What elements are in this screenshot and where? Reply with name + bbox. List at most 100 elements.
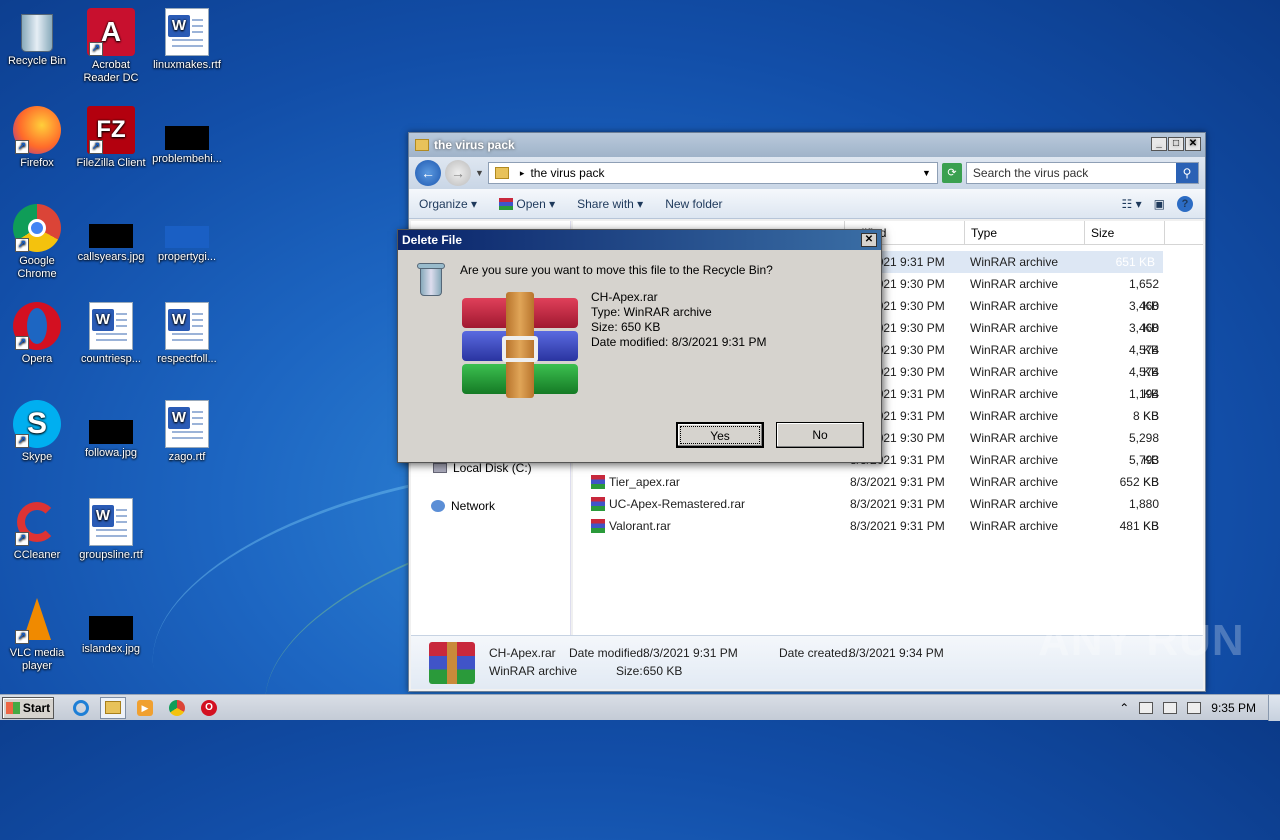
icon-label: followa.jpg	[85, 447, 137, 459]
no-button[interactable]: No	[776, 422, 864, 448]
desktop-icon-islandex[interactable]: islandex.jpg	[74, 596, 148, 656]
dialog-close-button[interactable]: ✕	[861, 233, 877, 247]
desktop-icon-countriesp[interactable]: W countriesp...	[74, 302, 148, 366]
desktop-icon-opera[interactable]: ↗ Opera	[0, 302, 74, 366]
open-menu[interactable]: Open ▾	[499, 197, 555, 211]
column-type[interactable]: Type	[965, 221, 1085, 245]
dialog-file-type: Type: WinRAR archive	[591, 305, 712, 319]
details-size-label: Size:	[616, 664, 643, 678]
history-dropdown-icon[interactable]: ▼	[475, 168, 484, 178]
refresh-button[interactable]: ⟳	[941, 163, 962, 183]
desktop-icon-problembehi[interactable]: problembehi...	[150, 106, 224, 166]
action-center-icon[interactable]	[1139, 701, 1154, 714]
share-with-menu[interactable]: Share with ▾	[577, 197, 643, 211]
word-document-icon: W	[89, 498, 133, 546]
desktop-icon-propertygi[interactable]: propertygi...	[150, 204, 224, 264]
nav-item-local-disk[interactable]: Local Disk (C:)	[433, 461, 532, 475]
folder-icon	[494, 167, 509, 179]
column-size[interactable]: Size	[1085, 221, 1165, 245]
icon-label: groupsline.rtf	[79, 549, 143, 561]
taskbar-chrome[interactable]	[164, 697, 190, 719]
view-options-icon[interactable]: ☷ ▾	[1122, 197, 1142, 211]
details-file-name: CH-Apex.rar	[489, 646, 556, 660]
desktop-icon-vlc[interactable]: ↗ VLC media player	[0, 596, 74, 673]
forward-button[interactable]: →	[445, 160, 471, 186]
network-icon	[431, 500, 445, 512]
taskbar-media-player[interactable]: ▶	[132, 697, 158, 719]
desktop-icon-zago[interactable]: W zago.rtf	[150, 400, 224, 464]
dialog-file-modified: Date modified: 8/3/2021 9:31 PM	[591, 335, 767, 349]
desktop-icon-callsyears[interactable]: callsyears.jpg	[74, 204, 148, 264]
winrar-archive-icon	[462, 292, 578, 398]
icon-label: Acrobat Reader DC	[83, 59, 139, 84]
desktop-icon-recycle-bin[interactable]: Recycle Bin	[0, 8, 74, 68]
icon-label: Google Chrome	[17, 255, 57, 280]
address-bar-row: ← → ▼ ▸ the virus pack ▼ ⟳ Search the vi…	[409, 157, 1205, 189]
desktop-icon-firefox[interactable]: ↗ Firefox	[0, 106, 74, 170]
taskbar-ie[interactable]	[68, 697, 94, 719]
image-thumbnail-icon	[87, 596, 135, 640]
preview-pane-icon[interactable]: ▣	[1154, 197, 1165, 211]
acrobat-icon: A ↗	[87, 8, 135, 56]
desktop-icon-acrobat[interactable]: A ↗ Acrobat Reader DC	[74, 8, 148, 85]
icon-label: CCleaner	[13, 549, 61, 561]
explorer-titlebar[interactable]: the virus pack _ □ ✕	[409, 133, 1205, 157]
internet-explorer-icon	[73, 699, 89, 716]
icon-label: problembehi...	[152, 153, 222, 165]
search-placeholder: Search the virus pack	[972, 166, 1089, 180]
start-button[interactable]: Start	[2, 696, 54, 719]
icon-label: Firefox	[20, 157, 54, 169]
desktop-icon-followa[interactable]: followa.jpg	[74, 400, 148, 460]
icon-label: countriesp...	[81, 353, 141, 365]
icon-label: linuxmakes.rtf	[153, 59, 221, 71]
help-icon[interactable]: ?	[1177, 195, 1193, 212]
search-icon[interactable]: ⚲	[1176, 163, 1198, 183]
opera-icon: O	[201, 699, 217, 716]
desktop-icon-linuxmakes[interactable]: W linuxmakes.rtf	[150, 8, 224, 72]
image-thumbnail-icon	[163, 204, 211, 248]
flag-tray-icon[interactable]	[1187, 701, 1202, 714]
windows-logo-icon	[5, 701, 20, 714]
details-modified-value: 8/3/2021 9:31 PM	[643, 646, 738, 660]
skype-icon: S ↗	[13, 400, 61, 448]
address-box[interactable]: ▸ the virus pack ▼	[487, 162, 938, 184]
show-hidden-icons-icon[interactable]: ⌃	[1119, 701, 1129, 715]
yes-button[interactable]: Yes	[676, 422, 764, 448]
nav-item-network[interactable]: Network	[431, 499, 495, 513]
winrar-file-icon	[591, 497, 605, 511]
show-desktop-button[interactable]	[1268, 694, 1280, 721]
desktop-icon-chrome[interactable]: ↗ Google Chrome	[0, 204, 74, 281]
table-row[interactable]: Tier_apex.rar 8/3/2021 9:31 PM WinRAR arch…	[573, 471, 1203, 493]
icon-label: VLC media player	[9, 647, 65, 672]
maximize-button[interactable]: □	[1168, 137, 1184, 151]
desktop-icon-groupsline[interactable]: W groupsline.rtf	[74, 498, 148, 562]
organize-menu[interactable]: Organize ▾	[419, 197, 477, 211]
address-dropdown-icon[interactable]: ▼	[922, 168, 931, 178]
back-button[interactable]: ←	[415, 160, 441, 186]
desktop-icon-skype[interactable]: S ↗ Skype	[0, 400, 74, 464]
winrar-file-icon	[591, 519, 605, 533]
table-row[interactable]: UC-Apex-Remastered.rar 8/3/2021 9:31 PM Wi…	[573, 493, 1203, 533]
word-document-icon: W	[89, 302, 133, 350]
system-tray: ⌃ 9:35 PM	[1119, 701, 1268, 715]
close-button[interactable]: ✕	[1185, 137, 1201, 151]
taskbar-opera[interactable]: O	[196, 697, 222, 719]
new-folder-button[interactable]: New folder	[665, 197, 722, 211]
desktop-icon-respectfoll[interactable]: W respectfoll...	[150, 302, 224, 366]
network-tray-icon[interactable]	[1163, 701, 1178, 714]
table-row[interactable]: Valorant.rar 8/3/2021 9:31 PM WinRAR archi…	[573, 515, 1203, 537]
recycle-bin-icon	[416, 260, 446, 298]
desktop-icon-filezilla[interactable]: FZ ↗ FileZilla Client	[74, 106, 148, 170]
minimize-button[interactable]: _	[1151, 137, 1167, 151]
icon-label: Opera	[21, 353, 53, 365]
dialog-title[interactable]: Delete File	[398, 230, 881, 250]
delete-file-dialog[interactable]: Delete File ✕ Are you sure you want to m…	[397, 229, 882, 463]
search-input[interactable]: Search the virus pack ⚲	[965, 162, 1199, 184]
word-document-icon: W	[165, 8, 209, 56]
desktop-icon-ccleaner[interactable]: ↗ CCleaner	[0, 498, 74, 562]
chrome-icon	[169, 699, 185, 716]
image-thumbnail-icon	[163, 106, 211, 150]
taskbar-explorer[interactable]	[100, 696, 126, 719]
breadcrumb-chevron-icon[interactable]: ▸	[520, 168, 525, 179]
clock[interactable]: 9:35 PM	[1211, 701, 1256, 715]
